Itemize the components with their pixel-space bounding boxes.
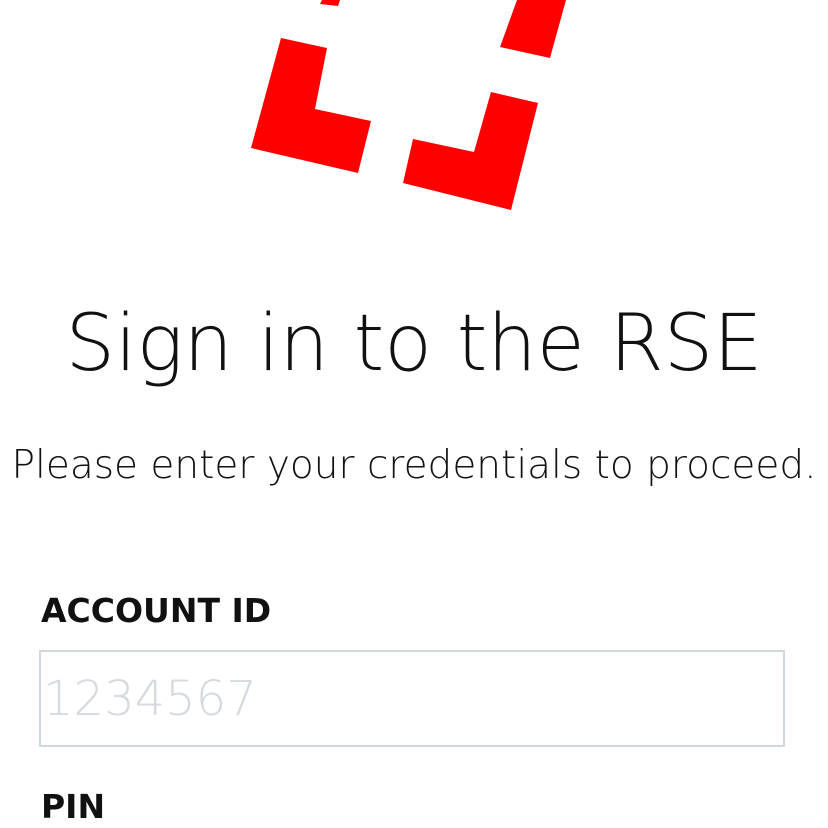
account-id-input[interactable]	[39, 650, 785, 747]
page-subtitle: Please enter your credentials to proceed…	[11, 443, 817, 488]
brackets-logo-icon	[251, 0, 566, 210]
pin-label: PIN	[41, 787, 106, 826]
account-id-label: ACCOUNT ID	[41, 591, 272, 630]
page-title: Sign in to the RSE	[65, 299, 763, 389]
